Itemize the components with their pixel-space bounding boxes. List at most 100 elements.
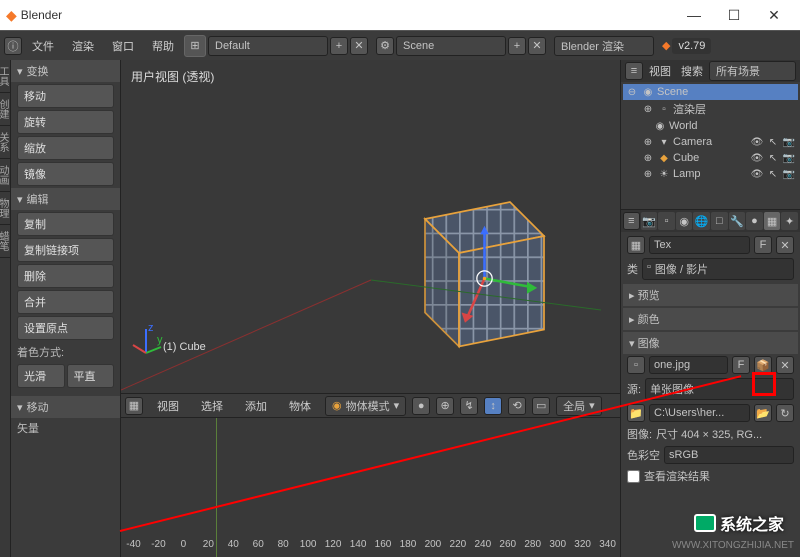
filepath-reload-button[interactable]: ↻ bbox=[776, 404, 794, 422]
translate-manip-icon[interactable]: ↕ bbox=[484, 397, 502, 415]
texture-name-field[interactable]: Tex bbox=[649, 236, 750, 254]
close-button[interactable]: ✕ bbox=[754, 1, 794, 29]
tab-physics[interactable]: 物理 bbox=[0, 192, 10, 225]
filepath-field[interactable]: C:\Users\her... bbox=[649, 404, 750, 422]
layout-remove-button[interactable]: ✕ bbox=[350, 37, 368, 55]
vp-menu-select[interactable]: 选择 bbox=[193, 394, 231, 418]
outliner-menu-search[interactable]: 搜索 bbox=[677, 61, 707, 81]
outliner-row-renderlayers[interactable]: ⊕▫渲染层 bbox=[623, 100, 798, 118]
texture-type-row: 类 ▫图像 / 影片 bbox=[623, 256, 798, 282]
preview-section[interactable]: ▸ 预览 bbox=[623, 284, 798, 306]
render-engine-selector[interactable]: Blender 渲染 bbox=[554, 36, 654, 56]
menu-render[interactable]: 渲染 bbox=[64, 34, 102, 58]
props-editor-icon[interactable]: ≡ bbox=[623, 212, 640, 230]
texture-unlink-button[interactable]: ✕ bbox=[776, 236, 794, 254]
layout-add-button[interactable]: + bbox=[330, 37, 348, 55]
image-section[interactable]: ▾ 图像 bbox=[623, 332, 798, 354]
scene-browse-icon[interactable]: ⚙ bbox=[376, 37, 394, 55]
outliner: ≡ 视图 搜索 所有场景 ⊖◉Scene ⊕▫渲染层 ◉World ⊕▾Came… bbox=[621, 60, 800, 210]
maximize-button[interactable]: ☐ bbox=[714, 1, 754, 29]
timeline-cursor[interactable] bbox=[216, 418, 217, 557]
outliner-menu-view[interactable]: 视图 bbox=[645, 61, 675, 81]
texture-browse-icon[interactable]: ▦ bbox=[627, 236, 645, 254]
outliner-filter[interactable]: 所有场景 bbox=[709, 61, 796, 81]
fake-user-button[interactable]: F bbox=[754, 236, 772, 254]
editor-type-icon[interactable]: ⓘ bbox=[4, 37, 22, 55]
pivot-icon[interactable]: ⊕ bbox=[436, 397, 454, 415]
layout-selector[interactable]: Default bbox=[208, 36, 328, 56]
colorspace-selector[interactable]: sRGB bbox=[664, 446, 794, 464]
color-section[interactable]: ▸ 颜色 bbox=[623, 308, 798, 330]
tab-grease-pencil[interactable]: 蜡笔 bbox=[0, 225, 10, 258]
outliner-row-world[interactable]: ◉World bbox=[623, 118, 798, 134]
vector-label: 矢量 bbox=[11, 418, 120, 438]
folder-icon[interactable]: 📁 bbox=[627, 404, 645, 422]
duplicate-button[interactable]: 复制 bbox=[17, 212, 114, 236]
mode-selector[interactable]: ◉物体模式▾ bbox=[325, 396, 406, 416]
shade-smooth-button[interactable]: 光滑 bbox=[17, 364, 65, 388]
vp-menu-add[interactable]: 添加 bbox=[237, 394, 275, 418]
translate-button[interactable]: 移动 bbox=[17, 84, 114, 108]
image-browse-icon[interactable]: ▫ bbox=[627, 356, 645, 374]
vp-menu-object[interactable]: 物体 bbox=[281, 394, 319, 418]
colorspace-label: 色彩空 bbox=[627, 447, 660, 463]
minimize-button[interactable]: — bbox=[674, 1, 714, 29]
outliner-row-camera[interactable]: ⊕▾Camera👁↖📷 bbox=[623, 134, 798, 150]
tab-tools[interactable]: 工具 bbox=[0, 60, 10, 93]
scene-selector[interactable]: Scene bbox=[396, 36, 506, 56]
scene-remove-button[interactable]: ✕ bbox=[528, 37, 546, 55]
tab-object-icon[interactable]: □ bbox=[711, 212, 728, 230]
window-titlebar: ◆ Blender — ☐ ✕ bbox=[0, 0, 800, 30]
viewport-label: 用户视图 (透视) bbox=[131, 68, 214, 85]
set-origin-button[interactable]: 设置原点 bbox=[17, 316, 114, 340]
transform-panel-header[interactable]: ▾变换 bbox=[11, 60, 120, 82]
menu-file[interactable]: 文件 bbox=[24, 34, 62, 58]
timeline[interactable]: -40-200204060801001201401601802002202402… bbox=[121, 417, 620, 557]
menu-help[interactable]: 帮助 bbox=[144, 34, 182, 58]
tab-particles-icon[interactable]: ✦ bbox=[781, 212, 798, 230]
edit-panel-header[interactable]: ▾编辑 bbox=[11, 188, 120, 210]
layout-grid-icon[interactable]: ⊞ bbox=[184, 35, 206, 57]
editor-type-3dview-icon[interactable]: ▦ bbox=[125, 397, 143, 415]
filepath-browse-button[interactable]: 📂 bbox=[754, 404, 772, 422]
tab-render-icon[interactable]: 📷 bbox=[641, 212, 658, 230]
tab-world-icon[interactable]: 🌐 bbox=[693, 212, 710, 230]
scale-manip-icon[interactable]: ▭ bbox=[532, 397, 550, 415]
mirror-button[interactable]: 镜像 bbox=[17, 162, 114, 186]
shade-flat-button[interactable]: 平直 bbox=[67, 364, 115, 388]
watermark-url: WWW.XITONGZHIJIA.NET bbox=[672, 540, 794, 551]
rotate-manip-icon[interactable]: ⟲ bbox=[508, 397, 526, 415]
outliner-row-scene[interactable]: ⊖◉Scene bbox=[623, 84, 798, 100]
view-transform-checkbox[interactable] bbox=[627, 470, 640, 483]
scene-add-button[interactable]: + bbox=[508, 37, 526, 55]
image-unlink-button[interactable]: ✕ bbox=[776, 356, 794, 374]
tab-create[interactable]: 创建 bbox=[0, 93, 10, 126]
outliner-editor-icon[interactable]: ≡ bbox=[625, 62, 643, 80]
tab-modifiers-icon[interactable]: 🔧 bbox=[729, 212, 746, 230]
menu-window[interactable]: 窗口 bbox=[104, 34, 142, 58]
viewport-shading-icon[interactable]: ● bbox=[412, 397, 430, 415]
move-operator-panel[interactable]: ▾移动 bbox=[11, 396, 120, 418]
texture-type-selector[interactable]: ▫图像 / 影片 bbox=[642, 258, 794, 280]
tab-animation[interactable]: 动画 bbox=[0, 159, 10, 192]
join-button[interactable]: 合并 bbox=[17, 290, 114, 314]
colorspace-row: 色彩空 sRGB bbox=[623, 444, 798, 466]
tab-texture-icon[interactable]: ▦ bbox=[764, 212, 781, 230]
outliner-row-lamp[interactable]: ⊕☀Lamp👁↖📷 bbox=[623, 166, 798, 182]
image-name-field[interactable]: one.jpg bbox=[649, 356, 728, 374]
tab-material-icon[interactable]: ● bbox=[746, 212, 763, 230]
cube-object[interactable] bbox=[391, 185, 561, 355]
manipulator-icon[interactable]: ↯ bbox=[460, 397, 478, 415]
outliner-row-cube[interactable]: ⊕◆Cube👁↖📷 bbox=[623, 150, 798, 166]
tab-relations[interactable]: 关系 bbox=[0, 126, 10, 159]
tab-renderlayers-icon[interactable]: ▫ bbox=[658, 212, 675, 230]
rotate-button[interactable]: 旋转 bbox=[17, 110, 114, 134]
vp-menu-view[interactable]: 视图 bbox=[149, 394, 187, 418]
delete-button[interactable]: 删除 bbox=[17, 264, 114, 288]
scale-button[interactable]: 缩放 bbox=[17, 136, 114, 160]
3d-viewport[interactable]: 用户视图 (透视) bbox=[121, 60, 620, 393]
fake-user-image-button[interactable]: F bbox=[732, 356, 750, 374]
tab-scene-icon[interactable]: ◉ bbox=[676, 212, 693, 230]
duplicate-linked-button[interactable]: 复制链接项 bbox=[17, 238, 114, 262]
camera-icon: ▾ bbox=[657, 135, 671, 149]
